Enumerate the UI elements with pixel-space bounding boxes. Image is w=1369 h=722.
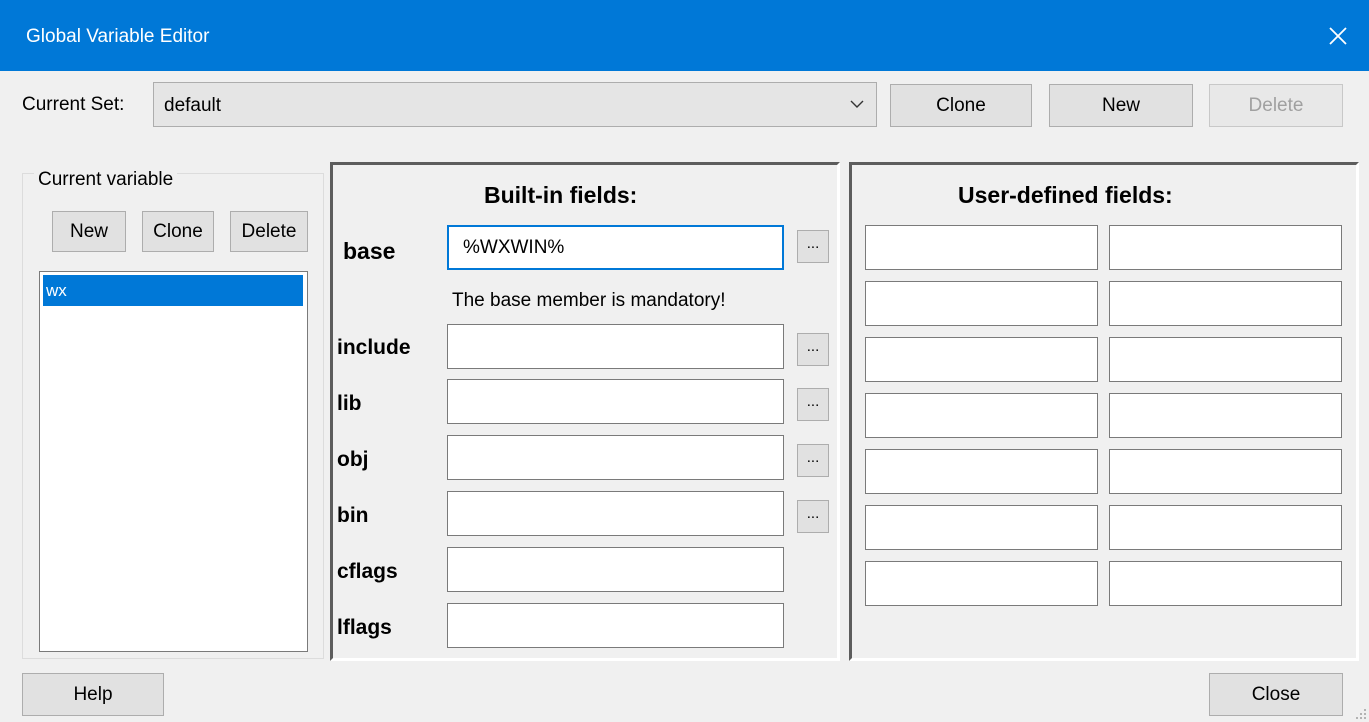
variable-list[interactable]: wx [39,271,308,652]
new-variable-button[interactable]: New [52,211,126,252]
window-title: Global Variable Editor [26,26,210,47]
user-field-value-1[interactable] [1109,225,1342,270]
user-defined-fields-heading: User-defined fields: [958,182,1173,208]
obj-field[interactable] [447,435,784,480]
cflags-label: cflags [337,560,398,583]
list-item[interactable]: wx [43,275,303,306]
user-field-name-1[interactable] [865,225,1098,270]
lib-label: lib [337,392,362,415]
user-field-name-2[interactable] [865,281,1098,326]
delete-set-button[interactable]: Delete [1209,84,1343,127]
base-browse-button[interactable]: ... [797,230,829,263]
lib-field[interactable] [447,379,784,424]
close-window-button[interactable] [1307,0,1369,71]
lflags-field[interactable] [447,603,784,648]
user-field-name-6[interactable] [865,505,1098,550]
base-field[interactable]: %WXWIN% [447,225,784,270]
mandatory-note: The base member is mandatory! [452,290,726,311]
bin-field[interactable] [447,491,784,536]
user-field-value-5[interactable] [1109,449,1342,494]
current-set-value: default [164,95,222,116]
bin-label: bin [337,504,369,527]
resize-grip-icon[interactable] [1355,708,1367,720]
user-field-name-5[interactable] [865,449,1098,494]
builtin-fields-heading: Built-in fields: [484,182,638,208]
include-label: include [337,336,411,359]
obj-label: obj [337,448,369,471]
user-field-value-4[interactable] [1109,393,1342,438]
include-browse-button[interactable]: ... [797,333,829,366]
delete-variable-button[interactable]: Delete [230,211,308,252]
user-field-name-4[interactable] [865,393,1098,438]
cflags-field[interactable] [447,547,784,592]
user-field-name-3[interactable] [865,337,1098,382]
user-field-value-2[interactable] [1109,281,1342,326]
lib-browse-button[interactable]: ... [797,388,829,421]
help-button[interactable]: Help [22,673,164,716]
close-button[interactable]: Close [1209,673,1343,716]
user-field-name-7[interactable] [865,561,1098,606]
title-bar: Global Variable Editor [0,0,1369,71]
lflags-label: lflags [337,616,392,639]
close-icon [1329,26,1347,45]
current-set-dropdown[interactable]: default [153,82,877,127]
clone-set-button[interactable]: Clone [890,84,1032,127]
current-variable-label: Current variable [34,169,178,191]
clone-variable-button[interactable]: Clone [142,211,214,252]
bin-browse-button[interactable]: ... [797,500,829,533]
user-field-value-3[interactable] [1109,337,1342,382]
obj-browse-button[interactable]: ... [797,444,829,477]
current-set-label: Current Set: [22,94,125,115]
user-field-value-6[interactable] [1109,505,1342,550]
chevron-down-icon [850,100,864,108]
base-label: base [343,238,396,264]
include-field[interactable] [447,324,784,369]
base-field-value: %WXWIN% [463,237,565,258]
new-set-button[interactable]: New [1049,84,1193,127]
user-field-value-7[interactable] [1109,561,1342,606]
